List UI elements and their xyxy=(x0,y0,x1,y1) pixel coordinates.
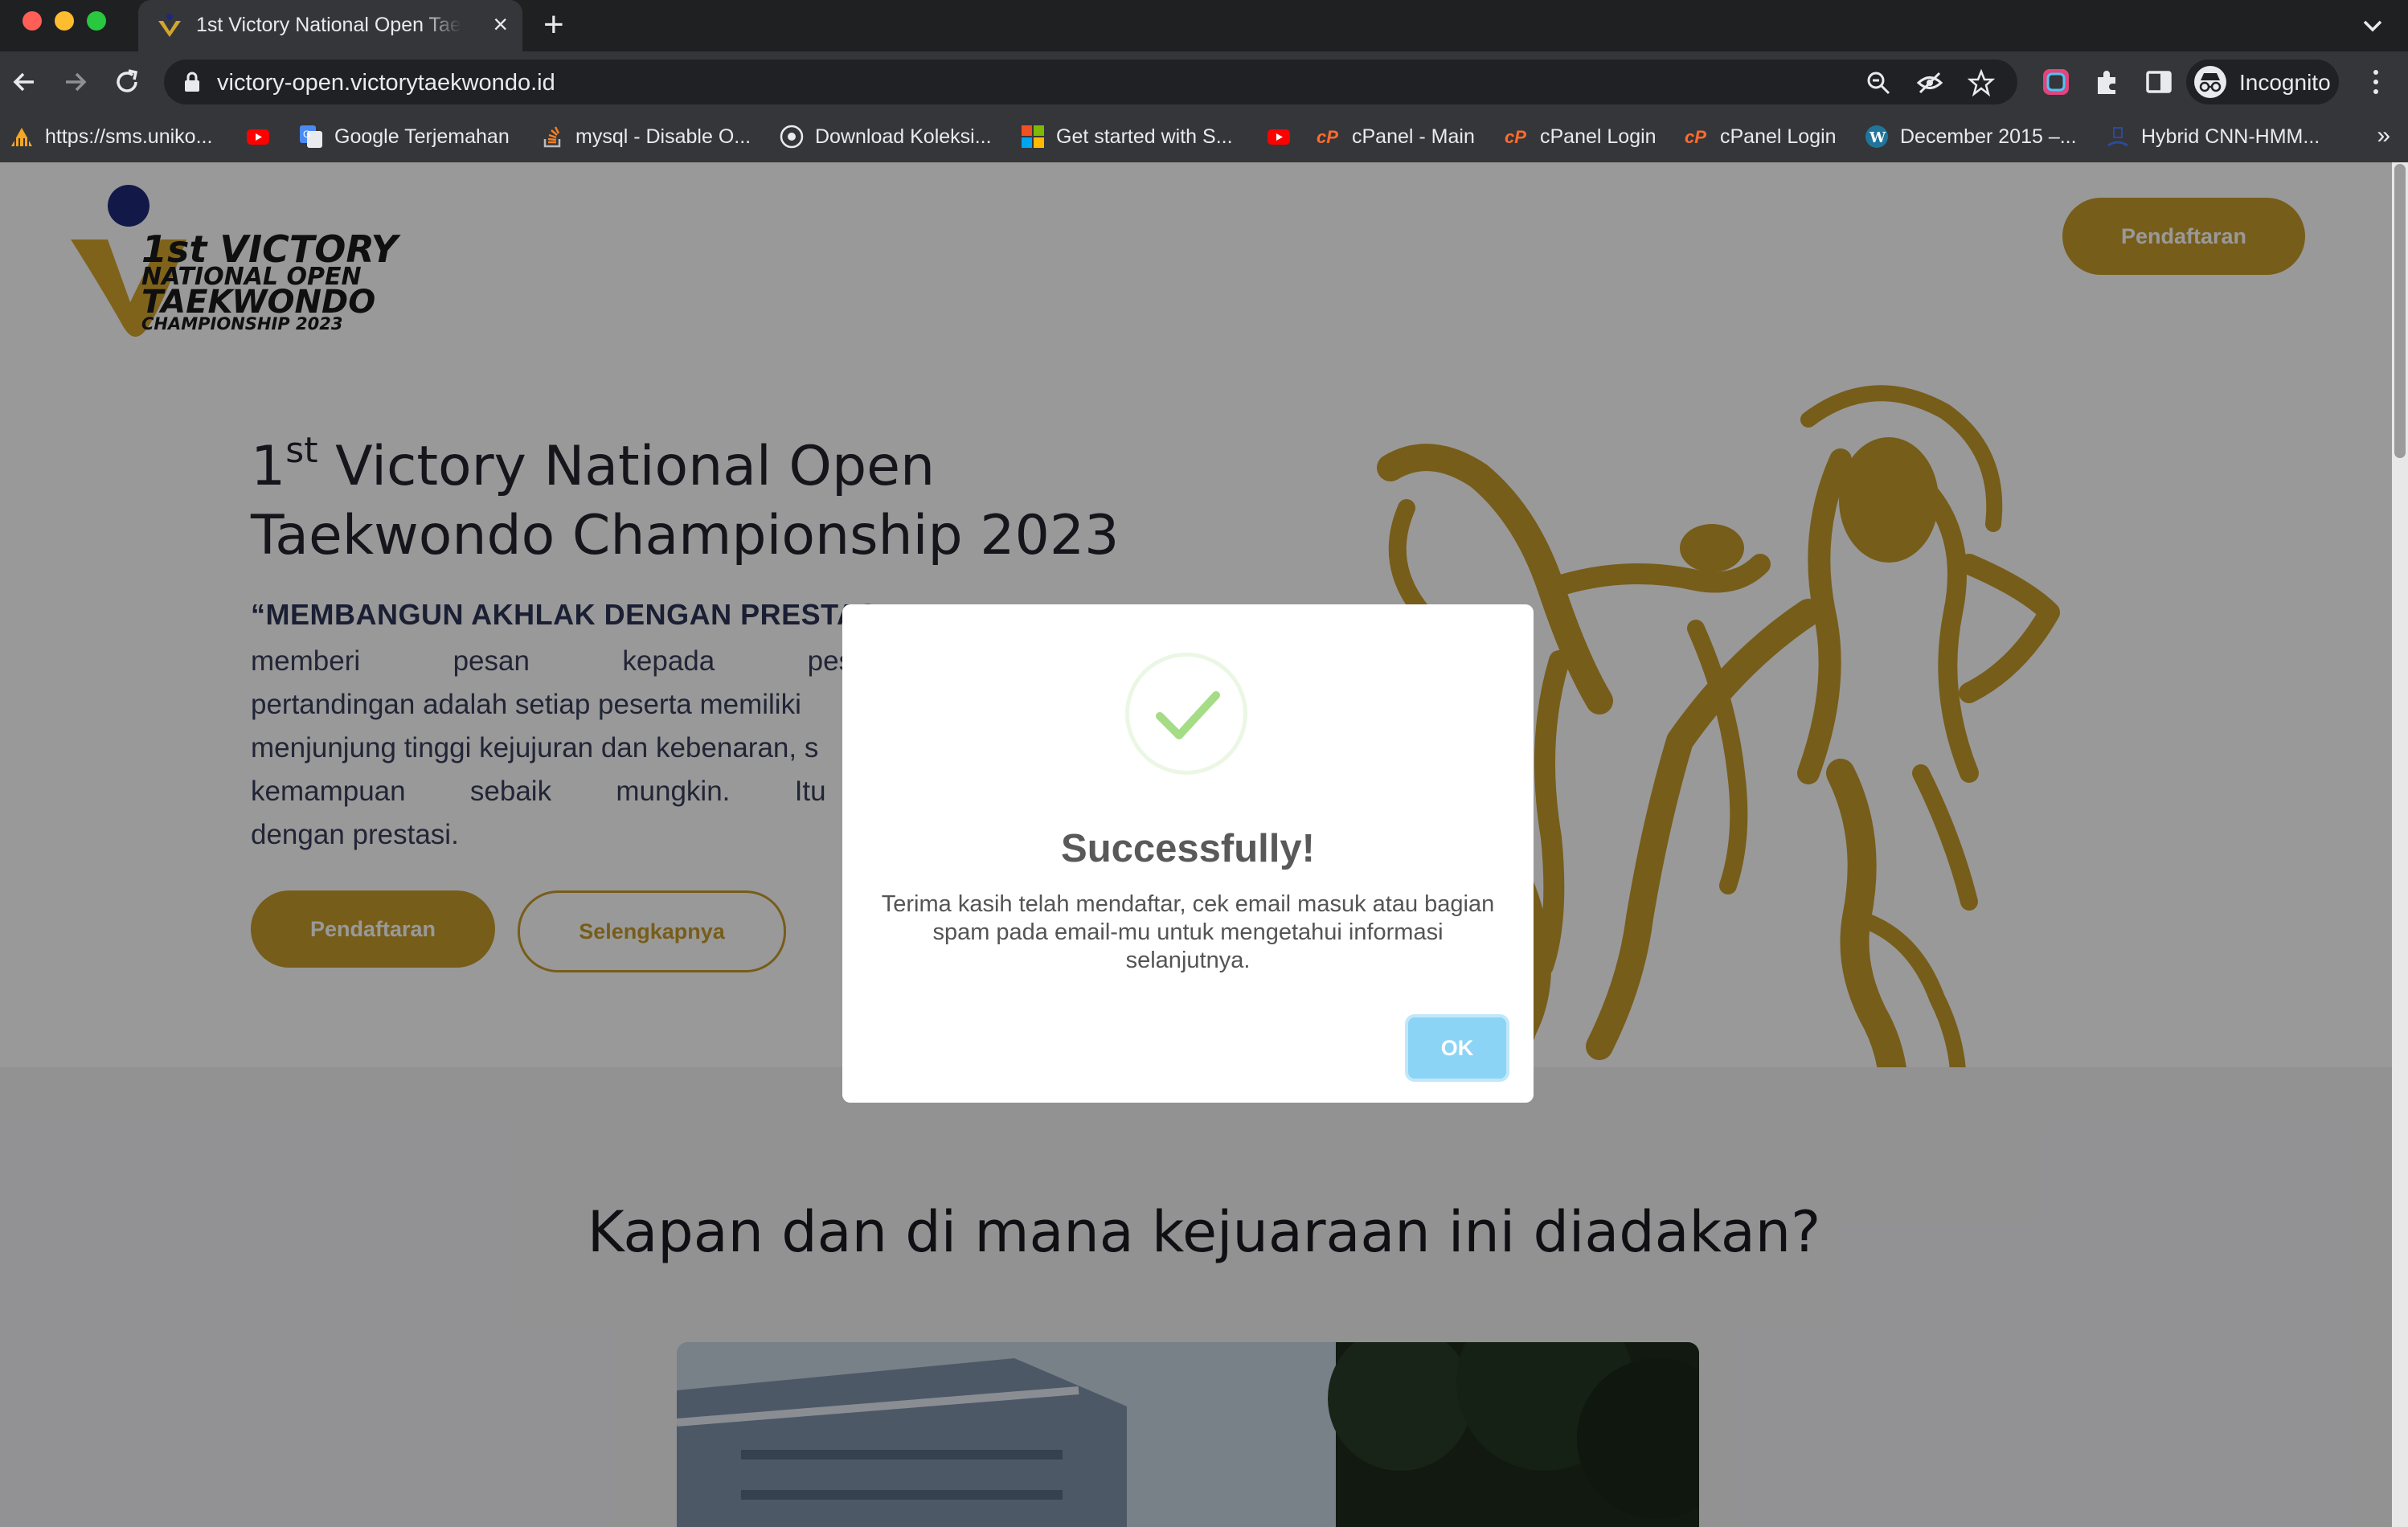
close-tab-icon[interactable]: × xyxy=(493,10,508,39)
close-window-button[interactable] xyxy=(23,11,42,31)
bookmark-item[interactable]: mysql - Disable O... xyxy=(540,121,751,153)
bookmark-item[interactable]: cP cPanel - Main xyxy=(1317,121,1475,153)
back-icon[interactable] xyxy=(8,66,40,98)
svg-text:W: W xyxy=(1869,129,1886,146)
youtube-icon xyxy=(1267,129,1290,145)
browser-toolbar: victory-open.victorytaekwondo.id Incogni… xyxy=(0,51,2408,113)
reload-icon[interactable] xyxy=(111,66,143,98)
bookmark-item[interactable]: Get started with S... xyxy=(1021,121,1233,153)
ok-button[interactable]: OK xyxy=(1408,1017,1506,1079)
color-extension-icon[interactable] xyxy=(2041,68,2070,96)
new-tab-icon[interactable]: + xyxy=(543,5,564,45)
cpanel-icon: cP xyxy=(1685,127,1706,147)
svg-text:cP: cP xyxy=(1505,127,1526,147)
stackoverflow-icon xyxy=(543,126,561,148)
address-bar[interactable]: victory-open.victorytaekwondo.id xyxy=(164,59,2017,104)
lock-icon[interactable] xyxy=(182,71,203,93)
extensions-icon[interactable] xyxy=(2093,68,2122,96)
profile-incognito-button[interactable]: Incognito xyxy=(2186,59,2339,104)
url-text[interactable]: victory-open.victorytaekwondo.id xyxy=(217,70,555,96)
bookmark-item[interactable]: Download Koleksi... xyxy=(780,121,992,153)
dialog-title: Successfully! xyxy=(1061,827,1315,870)
bookmark-item[interactable]: https://sms.uniko... xyxy=(10,121,212,153)
browser-tab[interactable]: 1st Victory National Open Taekwondo Cham… xyxy=(138,0,522,51)
youtube-icon xyxy=(247,129,269,145)
bookmarks-overflow-icon[interactable]: » xyxy=(2377,122,2390,149)
bookmark-star-icon[interactable] xyxy=(1968,69,1995,96)
side-panel-icon[interactable] xyxy=(2144,68,2173,96)
chevron-down-icon[interactable] xyxy=(2358,11,2387,40)
incognito-label: Incognito xyxy=(2239,70,2331,95)
zoom-icon[interactable] xyxy=(1865,69,1892,96)
bookmark-item[interactable]: cP cPanel Login xyxy=(1685,121,1837,153)
page-scrollbar[interactable] xyxy=(2392,162,2408,1527)
incognito-icon xyxy=(2194,66,2226,98)
bookmark-item[interactable]: Hybrid CNN-HMM... xyxy=(2106,121,2320,153)
bookmark-item[interactable] xyxy=(246,121,281,153)
document-icon xyxy=(2107,127,2128,147)
google-translate-icon: G xyxy=(300,125,322,148)
svg-text:cP: cP xyxy=(1317,127,1338,147)
bookmarks-bar: https://sms.uniko... G Google Terjemahan… xyxy=(0,113,2408,163)
svg-text:cP: cP xyxy=(1685,127,1706,147)
wordpress-icon: W xyxy=(1865,125,1888,148)
maximize-window-button[interactable] xyxy=(87,11,106,31)
svg-text:G: G xyxy=(303,129,310,140)
bookmark-item[interactable]: W December 2015 –... xyxy=(1865,121,2077,153)
tab-title: 1st Victory National Open Taekwondo Cham… xyxy=(196,14,461,36)
success-check-icon xyxy=(1125,653,1247,775)
scrollbar-thumb[interactable] xyxy=(2394,164,2406,458)
browser-tabstrip: 1st Victory National Open Taekwondo Cham… xyxy=(0,0,2408,51)
cpanel-icon: cP xyxy=(1505,127,1526,147)
forward-icon[interactable] xyxy=(59,66,92,98)
site-icon xyxy=(780,125,804,149)
web-page: 1st VICTORY NATIONAL OPEN TAEKWONDO CHAM… xyxy=(0,162,2408,1527)
bookmark-item[interactable]: G Google Terjemahan xyxy=(299,121,510,153)
university-icon xyxy=(11,128,32,146)
site-logo-icon xyxy=(158,14,181,37)
tracking-protection-icon[interactable] xyxy=(1916,69,1943,96)
minimize-window-button[interactable] xyxy=(55,11,74,31)
browser-menu-icon[interactable] xyxy=(2368,68,2384,96)
cpanel-icon: cP xyxy=(1317,127,1338,147)
bookmark-item[interactable]: cP cPanel Login xyxy=(1505,121,1657,153)
dialog-message: Terima kasih telah mendaftar, cek email … xyxy=(881,891,1495,973)
microsoft-icon xyxy=(1022,125,1044,148)
bookmark-item[interactable] xyxy=(1267,121,1302,153)
